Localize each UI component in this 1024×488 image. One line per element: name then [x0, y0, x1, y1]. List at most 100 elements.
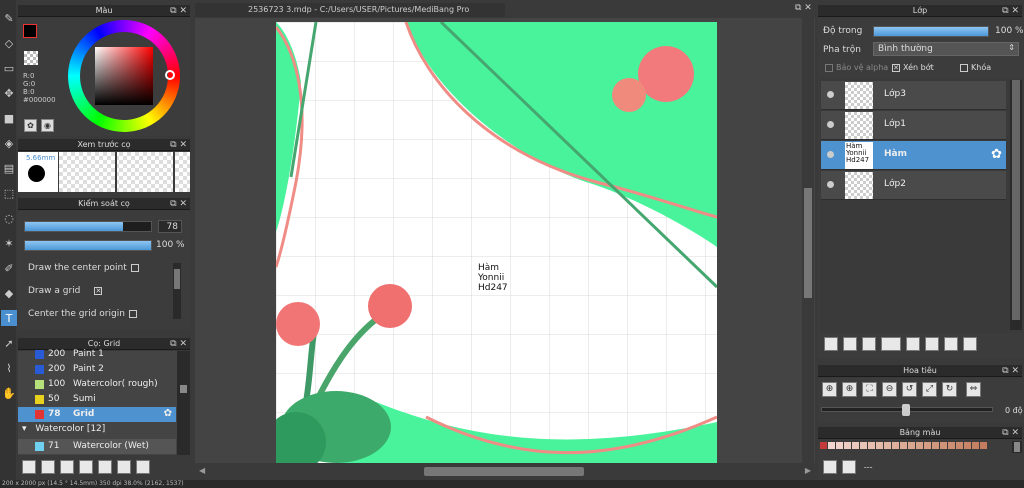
- palette-swatch[interactable]: [932, 442, 939, 449]
- brush-control-scrollbar[interactable]: [173, 263, 181, 319]
- merge-layer-icon[interactable]: [944, 337, 958, 351]
- visibility-icon[interactable]: [827, 121, 834, 128]
- hue-marker[interactable]: [165, 70, 175, 80]
- palette-swatch[interactable]: [868, 442, 875, 449]
- panel-controls[interactable]: ⧉ ✕: [1002, 5, 1019, 17]
- palette-swatch[interactable]: [860, 442, 867, 449]
- palette-swatch[interactable]: [956, 442, 963, 449]
- add-brush-icon[interactable]: [22, 460, 36, 474]
- layer-row[interactable]: Hàm Yonnii Hd247 Hàm ✿: [821, 141, 1006, 170]
- palette-swatch[interactable]: [820, 442, 827, 449]
- palette-swatch[interactable]: [876, 442, 883, 449]
- delete-layer-icon[interactable]: [963, 337, 977, 351]
- canvas-viewport[interactable]: Hàm Yonnii Hd247: [195, 18, 815, 463]
- panel-controls[interactable]: ⧉ ✕: [1002, 427, 1019, 439]
- new-brush-icon[interactable]: [41, 460, 55, 474]
- panel-controls[interactable]: ⧉ ✕: [170, 5, 187, 17]
- brush-item[interactable]: 200 Paint 1: [18, 347, 176, 362]
- lasso-tool-icon[interactable]: ◌: [1, 210, 17, 226]
- scroll-right-icon[interactable]: ▶: [805, 466, 811, 475]
- layer-opacity-slider[interactable]: [873, 26, 989, 37]
- layer-row[interactable]: Lớp1: [821, 111, 1006, 140]
- palette-swatch[interactable]: [964, 442, 971, 449]
- layer-list-scrollbar[interactable]: [1010, 80, 1022, 330]
- palette-swatch[interactable]: [916, 442, 923, 449]
- palette-swatch[interactable]: [836, 442, 843, 449]
- palette-swatch[interactable]: [892, 442, 899, 449]
- text-tool-icon[interactable]: T: [1, 310, 17, 326]
- select-pen-tool-icon[interactable]: ✐: [1, 260, 17, 276]
- palette-swatch[interactable]: [972, 442, 979, 449]
- eyedropper-tool-icon[interactable]: ⌇: [1, 360, 17, 376]
- scroll-left-icon[interactable]: ◀: [199, 466, 205, 475]
- brush-group-header[interactable]: ▾ Watercolor [12]: [22, 424, 177, 437]
- palette-swatch[interactable]: [884, 442, 891, 449]
- eraser-tool-icon[interactable]: ◇: [1, 35, 17, 51]
- palette-swatch[interactable]: [852, 442, 859, 449]
- palette-swatch[interactable]: [900, 442, 907, 449]
- brush-size-slider[interactable]: [24, 221, 152, 232]
- brush-opacity-slider[interactable]: [24, 240, 152, 251]
- fill-rect-tool-icon[interactable]: ■: [1, 110, 17, 126]
- new-folder-icon[interactable]: [906, 337, 920, 351]
- color-settings-icon[interactable]: ◉: [41, 119, 54, 132]
- select-eraser-tool-icon[interactable]: ◆: [1, 285, 17, 301]
- drawing-canvas[interactable]: [276, 22, 717, 463]
- color-palette-icon[interactable]: ✿: [24, 119, 37, 132]
- bucket-tool-icon[interactable]: ◈: [1, 135, 17, 151]
- palette-swatch[interactable]: [828, 442, 835, 449]
- option-draw-center-point[interactable]: Draw the center point: [28, 263, 168, 286]
- lock-checkbox[interactable]: Khóa: [960, 63, 991, 72]
- panel-controls[interactable]: ⧉ ✕: [170, 139, 187, 151]
- operation-tool-icon[interactable]: ➚: [1, 335, 17, 351]
- canvas-horizontal-scrollbar[interactable]: ◀ ▶: [195, 465, 815, 478]
- option-draw-grid[interactable]: Draw a grid ✕: [28, 286, 168, 309]
- palette-swatch[interactable]: [908, 442, 915, 449]
- gradient-tool-icon[interactable]: ▤: [1, 160, 17, 176]
- move-tool-icon[interactable]: ✥: [1, 85, 17, 101]
- visibility-icon[interactable]: [827, 151, 834, 158]
- delete-brush-icon[interactable]: [136, 460, 150, 474]
- layer-add-menu-icon[interactable]: [881, 337, 901, 351]
- option-checkbox[interactable]: [130, 263, 139, 272]
- transparent-color-swatch[interactable]: [24, 51, 38, 65]
- brush-list-scrollbar[interactable]: [177, 351, 190, 455]
- gear-icon[interactable]: ✿: [164, 408, 172, 419]
- rotation-slider-thumb[interactable]: [901, 404, 910, 416]
- gear-icon[interactable]: ✿: [991, 147, 1002, 162]
- brush-item[interactable]: 78 Grid ✿: [18, 407, 176, 422]
- duplicate-layer-icon[interactable]: [925, 337, 939, 351]
- layer-row[interactable]: Lớp3: [821, 81, 1006, 110]
- rectangle-select-tool-icon[interactable]: ▭: [1, 60, 17, 76]
- protect-alpha-checkbox[interactable]: Bảo vệ alpha: [825, 63, 888, 72]
- brush-folder-icon[interactable]: [98, 460, 112, 474]
- clipping-checkbox[interactable]: ✕ Xén bớt: [892, 63, 934, 72]
- option-center-grid-origin[interactable]: Center the grid origin: [28, 309, 168, 332]
- zoom-in-alt-icon[interactable]: ⊕: [842, 382, 857, 397]
- brush-tool-icon[interactable]: ✎: [1, 10, 17, 26]
- new-1bit-layer-icon[interactable]: [862, 337, 876, 351]
- magic-wand-tool-icon[interactable]: ✶: [1, 235, 17, 251]
- add-palette-color-icon[interactable]: [823, 460, 837, 474]
- fit-screen-icon[interactable]: ⛶: [862, 382, 877, 397]
- canvas-window-controls[interactable]: ⧉ ✕: [795, 3, 812, 13]
- palette-swatch[interactable]: [940, 442, 947, 449]
- palette-swatch[interactable]: [844, 442, 851, 449]
- panel-controls[interactable]: ⧉ ✕: [1002, 365, 1019, 377]
- brush-item[interactable]: 100 Watercolor( rough): [18, 377, 176, 392]
- document-tab[interactable]: 2536723 3.mdp - C:/Users/USER/Pictures/M…: [195, 3, 505, 17]
- rotate-left-icon[interactable]: ↺: [902, 382, 917, 397]
- option-checkbox-checked[interactable]: ✕: [94, 286, 103, 295]
- hue-ring[interactable]: [68, 20, 180, 132]
- saturation-value-square[interactable]: [95, 47, 153, 105]
- canvas-vertical-scrollbar[interactable]: [802, 18, 814, 463]
- zoom-in-icon[interactable]: ⊕: [822, 382, 837, 397]
- brush-size-value[interactable]: 78: [158, 220, 182, 233]
- flip-icon[interactable]: ⇔: [966, 382, 981, 397]
- brush-settings-icon[interactable]: [79, 460, 93, 474]
- select-tool-icon[interactable]: ⬚: [1, 185, 17, 201]
- rotation-slider[interactable]: [821, 404, 993, 416]
- layer-row[interactable]: Lớp2: [821, 171, 1006, 200]
- rotate-right-icon[interactable]: ↻: [942, 382, 957, 397]
- brush-menu-icon[interactable]: [60, 460, 74, 474]
